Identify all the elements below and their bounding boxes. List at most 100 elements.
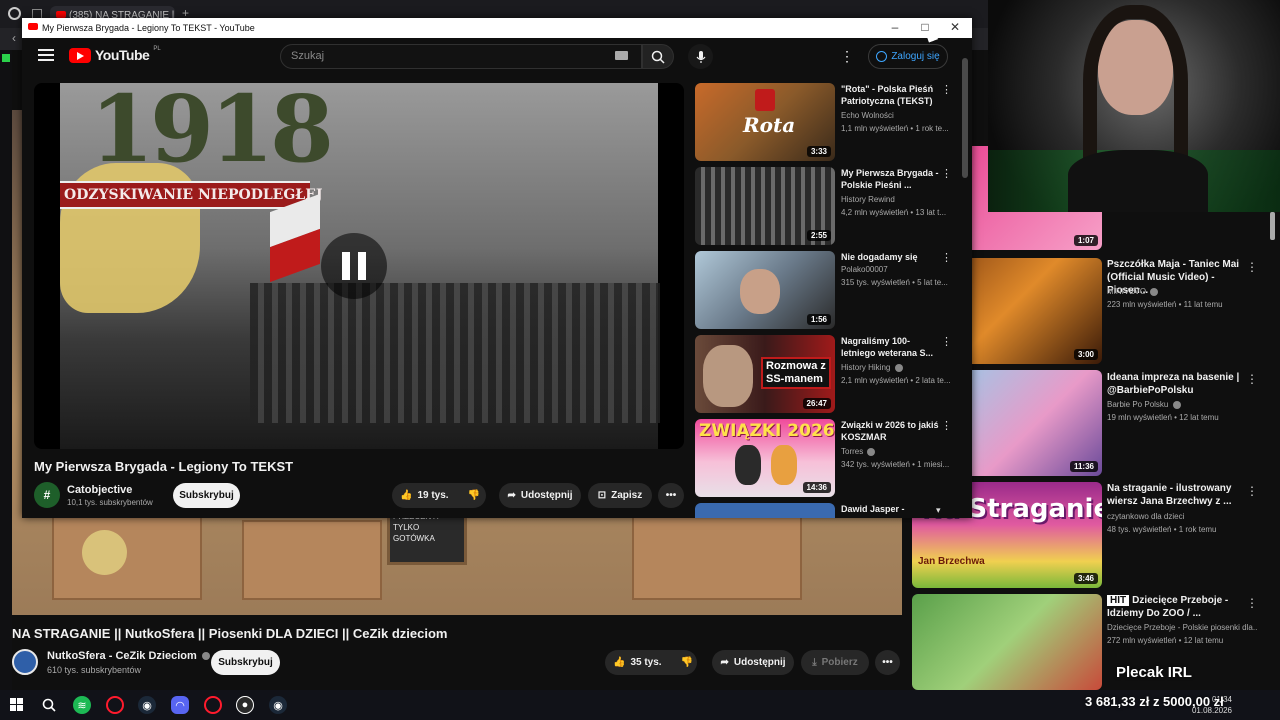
- recommendation-thumbnail[interactable]: ZWIĄZKI 2026 14:36: [695, 419, 835, 497]
- chevron-down-icon[interactable]: ▾: [936, 505, 941, 516]
- stream-overlay-label: Plecak IRL: [1116, 664, 1192, 681]
- more-actions-button[interactable]: •••: [658, 483, 684, 508]
- spotify-icon[interactable]: ≋: [73, 696, 91, 714]
- recommendation-item[interactable]: Dawid Jasper - ▾: [695, 503, 955, 518]
- window-titlebar[interactable]: My Pierwsza Brygada - Legiony To TEKST -…: [22, 18, 972, 38]
- pause-button[interactable]: [321, 233, 387, 299]
- search-input[interactable]: Szukaj: [280, 44, 642, 69]
- discord-icon[interactable]: ◠: [171, 696, 189, 714]
- obs-icon[interactable]: ●: [236, 696, 254, 714]
- recommendation-title[interactable]: Związki w 2026 to jakiś KOSZMAR: [841, 419, 941, 443]
- like-button[interactable]: 👍 19 tys. 👎: [392, 483, 486, 508]
- recommendation-channel[interactable]: Torres: [841, 447, 876, 456]
- recommendation-channel[interactable]: History Rewind: [841, 195, 895, 204]
- settings-more-icon[interactable]: ⋮: [840, 48, 854, 65]
- recommendation-thumbnail[interactable]: 1:56: [695, 251, 835, 329]
- recommendation-item[interactable]: ZWIĄZKI 2026 14:36 Związki w 2026 to jak…: [695, 419, 955, 499]
- recommendation-item[interactable]: Rota 3:33 "Rota" - Polska Pieśń Patrioty…: [695, 83, 955, 163]
- steam-alt-icon[interactable]: ◉: [269, 696, 287, 714]
- more-vertical-icon[interactable]: ⋮: [941, 83, 952, 96]
- recommendation-item[interactable]: 1:56 Nie dogadamy się Polako00007 315 ty…: [695, 251, 955, 331]
- youtube-logo[interactable]: YouTube PL: [69, 46, 161, 63]
- background-rec-title[interactable]: Ideana impreza na basenie | @BarbiePoPol…: [1107, 371, 1242, 397]
- voice-search-button[interactable]: [688, 44, 713, 69]
- thumbs-down-icon[interactable]: 👎: [468, 490, 480, 501]
- video-banner-text: ODZYSKIWANIE NIEPODLEGŁEJ: [60, 181, 323, 209]
- verified-icon: [894, 363, 903, 372]
- save-button[interactable]: ⊡ Zapisz: [588, 483, 652, 508]
- recommendation-channel[interactable]: Echo Wolności: [841, 111, 894, 120]
- recommendation-thumbnail[interactable]: Rota 3:33: [695, 83, 835, 161]
- duration-badge: 2:55: [806, 230, 831, 241]
- youtube-play-logo-icon: [69, 47, 91, 63]
- recommendation-thumbnail[interactable]: Rozmowa z SS-manem 26:47: [695, 335, 835, 413]
- recommendation-channel[interactable]: Polako00007: [841, 265, 888, 274]
- hamburger-menu-icon[interactable]: [38, 46, 54, 62]
- background-channel-name-text: NutkoSfera - CeZik Dzieciom: [47, 650, 197, 662]
- polish-eagle-icon: [755, 89, 775, 111]
- duration-badge: 26:47: [802, 398, 831, 409]
- thumbs-down-icon[interactable]: 👎: [681, 657, 693, 668]
- search-button[interactable]: [642, 44, 674, 69]
- cartoon-graphic: [771, 445, 797, 485]
- background-channel-avatar[interactable]: [12, 649, 38, 675]
- back-arrow-icon[interactable]: ‹: [12, 31, 16, 45]
- sidebar-green-icon[interactable]: [2, 54, 10, 62]
- close-icon[interactable]: ✕: [944, 20, 966, 34]
- background-rec-thumbnail[interactable]: [912, 594, 1102, 690]
- browser-logo-icon[interactable]: [8, 7, 21, 20]
- recommendation-title[interactable]: Nie dogadamy się: [841, 251, 941, 263]
- channel-name[interactable]: Catobjective: [67, 484, 132, 496]
- opera-gx-icon[interactable]: [204, 696, 222, 714]
- recommendation-title[interactable]: My Pierwsza Brygada - Polskie Pieśni ...: [841, 167, 941, 191]
- more-vertical-icon[interactable]: ⋮: [1246, 372, 1258, 386]
- opera-icon[interactable]: [106, 696, 124, 714]
- sign-in-label: Zaloguj się: [891, 51, 940, 62]
- more-vertical-icon[interactable]: ⋮: [941, 335, 952, 348]
- video-player[interactable]: 1918 ODZYSKIWANIE NIEPODLEGŁEJ: [34, 83, 684, 449]
- duration-badge: 3:46: [1073, 573, 1098, 584]
- more-vertical-icon[interactable]: ⋮: [1246, 260, 1258, 274]
- recommendation-title[interactable]: "Rota" - Polska Pieśń Patriotyczna (TEKS…: [841, 83, 941, 107]
- background-rec-title[interactable]: HIT Dziecięce Przeboje - Idziemy Do ZOO /…: [1107, 594, 1242, 620]
- background-share-button[interactable]: ➦ Udostępnij: [712, 650, 794, 675]
- recommendation-title[interactable]: Nagraliśmy 100-letniego weterana S...: [841, 335, 941, 359]
- steam-icon[interactable]: ◉: [138, 696, 156, 714]
- recommendation-item[interactable]: 2:55 My Pierwsza Brygada - Polskie Pieśn…: [695, 167, 955, 247]
- sign-in-button[interactable]: Zaloguj się: [868, 44, 948, 69]
- search-icon[interactable]: [40, 696, 58, 714]
- verified-icon: [867, 447, 876, 456]
- more-vertical-icon[interactable]: ⋮: [1246, 596, 1258, 610]
- background-download-button[interactable]: ⤓ Pobierz: [801, 650, 869, 675]
- channel-avatar[interactable]: #: [34, 482, 60, 508]
- recommendation-channel[interactable]: History Hiking: [841, 363, 903, 372]
- recommendation-thumbnail[interactable]: [695, 503, 835, 518]
- windows-start-icon[interactable]: [8, 696, 26, 714]
- recommendation-thumbnail[interactable]: 2:55: [695, 167, 835, 245]
- background-like-button[interactable]: 👍 35 tys. 👎: [605, 650, 697, 675]
- more-vertical-icon[interactable]: ⋮: [1246, 484, 1258, 498]
- background-more-button[interactable]: •••: [875, 650, 900, 675]
- webcam-shirt: [1068, 150, 1208, 212]
- recommendation-item[interactable]: Rozmowa z SS-manem 26:47 Nagraliśmy 100-…: [695, 335, 955, 415]
- more-vertical-icon[interactable]: ⋮: [941, 251, 952, 264]
- background-scrollbar[interactable]: [1270, 212, 1275, 240]
- background-download-label: Pobierz: [821, 657, 858, 668]
- minimize-icon[interactable]: –: [884, 20, 906, 34]
- subscribe-button[interactable]: Subskrybuj: [173, 483, 240, 508]
- microphone-icon: [696, 50, 705, 63]
- background-rec-channel: Barbie Po Polsku: [1107, 398, 1257, 411]
- window-scrollbar[interactable]: [962, 58, 968, 178]
- verified-icon: [1150, 287, 1159, 296]
- recommendation-title[interactable]: Dawid Jasper -: [841, 503, 941, 515]
- more-horizontal-icon: •••: [882, 657, 893, 668]
- background-channel-name[interactable]: NutkoSfera - CeZik Dzieciom: [47, 650, 210, 662]
- more-vertical-icon[interactable]: ⋮: [941, 419, 952, 432]
- more-vertical-icon[interactable]: ⋮: [941, 167, 952, 180]
- keyboard-icon[interactable]: [615, 51, 628, 60]
- background-subscribe-button[interactable]: Subskrybuj: [211, 650, 280, 675]
- more-horizontal-icon: •••: [665, 490, 677, 501]
- background-rec-title[interactable]: Na straganie - ilustrowany wiersz Jana B…: [1107, 482, 1242, 508]
- recommendation-meta: 342 tys. wyświetleń • 1 miesi...: [841, 460, 950, 469]
- share-button[interactable]: ➦ Udostępnij: [499, 483, 581, 508]
